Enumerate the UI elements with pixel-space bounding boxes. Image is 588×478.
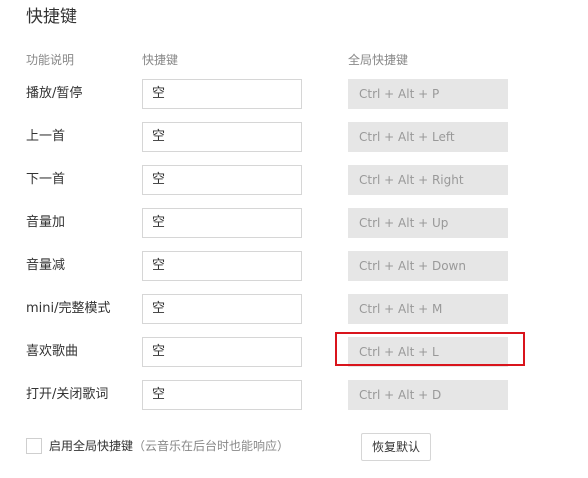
- shortcut-value: 空: [152, 172, 166, 187]
- shortcut-row-toggle-lyrics: 打开/关闭歌词 空 Ctrl + Alt + D: [0, 380, 588, 410]
- shortcut-input[interactable]: 空: [142, 380, 302, 410]
- shortcut-input[interactable]: 空: [142, 294, 302, 324]
- shortcut-row-next: 下一首 空 Ctrl + Alt + Right: [0, 165, 588, 195]
- row-label: 音量减: [26, 258, 66, 273]
- shortcut-row-volume-up: 音量加 空 Ctrl + Alt + Up: [0, 208, 588, 238]
- row-label: 喜欢歌曲: [26, 344, 79, 359]
- global-shortcut-value: Ctrl + Alt + D: [359, 388, 442, 402]
- global-shortcut-value: Ctrl + Alt + Down: [359, 259, 466, 273]
- shortcut-row-play-pause: 播放/暂停 空 Ctrl + Alt + P: [0, 79, 588, 109]
- global-shortcut-field[interactable]: Ctrl + Alt + Down: [348, 251, 508, 281]
- shortcut-row-mini-mode: mini/完整模式 空 Ctrl + Alt + M: [0, 294, 588, 324]
- shortcut-value: 空: [152, 258, 166, 273]
- shortcut-row-like-song: 喜欢歌曲 空 Ctrl + Alt + L: [0, 337, 588, 367]
- row-label: 播放/暂停: [26, 86, 83, 101]
- column-header-shortcut: 快捷键: [142, 53, 179, 67]
- row-label: 下一首: [26, 172, 66, 187]
- page-title: 快捷键: [26, 7, 77, 27]
- shortcut-row-volume-down: 音量减 空 Ctrl + Alt + Down: [0, 251, 588, 281]
- global-shortcut-field[interactable]: Ctrl + Alt + Left: [348, 122, 508, 152]
- global-shortcut-value: Ctrl + Alt + P: [359, 87, 440, 101]
- global-shortcut-field[interactable]: Ctrl + Alt + L: [348, 337, 508, 367]
- shortcut-value: 空: [152, 86, 166, 101]
- column-header-global: 全局快捷键: [348, 53, 409, 67]
- checkbox-hint-text: （云音乐在后台时也能响应）: [133, 439, 290, 453]
- global-shortcut-field[interactable]: Ctrl + Alt + P: [348, 79, 508, 109]
- global-shortcut-field[interactable]: Ctrl + Alt + D: [348, 380, 508, 410]
- global-shortcut-value: Ctrl + Alt + Up: [359, 216, 449, 230]
- global-shortcut-value: Ctrl + Alt + Right: [359, 173, 464, 187]
- enable-global-shortcuts-checkbox[interactable]: [26, 438, 42, 454]
- restore-defaults-button[interactable]: 恢复默认: [361, 433, 431, 461]
- column-header-function: 功能说明: [26, 53, 75, 67]
- global-shortcut-value: Ctrl + Alt + M: [359, 302, 443, 316]
- shortcut-input[interactable]: 空: [142, 251, 302, 281]
- shortcut-input[interactable]: 空: [142, 337, 302, 367]
- global-shortcut-value: Ctrl + Alt + L: [359, 345, 439, 359]
- global-shortcut-field[interactable]: Ctrl + Alt + Up: [348, 208, 508, 238]
- shortcut-value: 空: [152, 215, 166, 230]
- row-label: mini/完整模式: [26, 301, 111, 316]
- shortcut-input[interactable]: 空: [142, 165, 302, 195]
- shortcut-value: 空: [152, 129, 166, 144]
- shortcut-input[interactable]: 空: [142, 122, 302, 152]
- row-label: 上一首: [26, 129, 66, 144]
- checkbox-label-text: 启用全局快捷键: [49, 439, 134, 453]
- shortcut-input[interactable]: 空: [142, 79, 302, 109]
- global-shortcut-field[interactable]: Ctrl + Alt + Right: [348, 165, 508, 195]
- enable-global-shortcuts-label[interactable]: 启用全局快捷键（云音乐在后台时也能响应）: [49, 437, 289, 455]
- shortcut-value: 空: [152, 344, 166, 359]
- shortcut-value: 空: [152, 301, 166, 316]
- shortcut-row-previous: 上一首 空 Ctrl + Alt + Left: [0, 122, 588, 152]
- shortcut-value: 空: [152, 387, 166, 402]
- global-shortcut-value: Ctrl + Alt + Left: [359, 130, 455, 144]
- global-shortcut-field[interactable]: Ctrl + Alt + M: [348, 294, 508, 324]
- row-label: 音量加: [26, 215, 66, 230]
- shortcut-input[interactable]: 空: [142, 208, 302, 238]
- row-label: 打开/关闭歌词: [26, 387, 109, 402]
